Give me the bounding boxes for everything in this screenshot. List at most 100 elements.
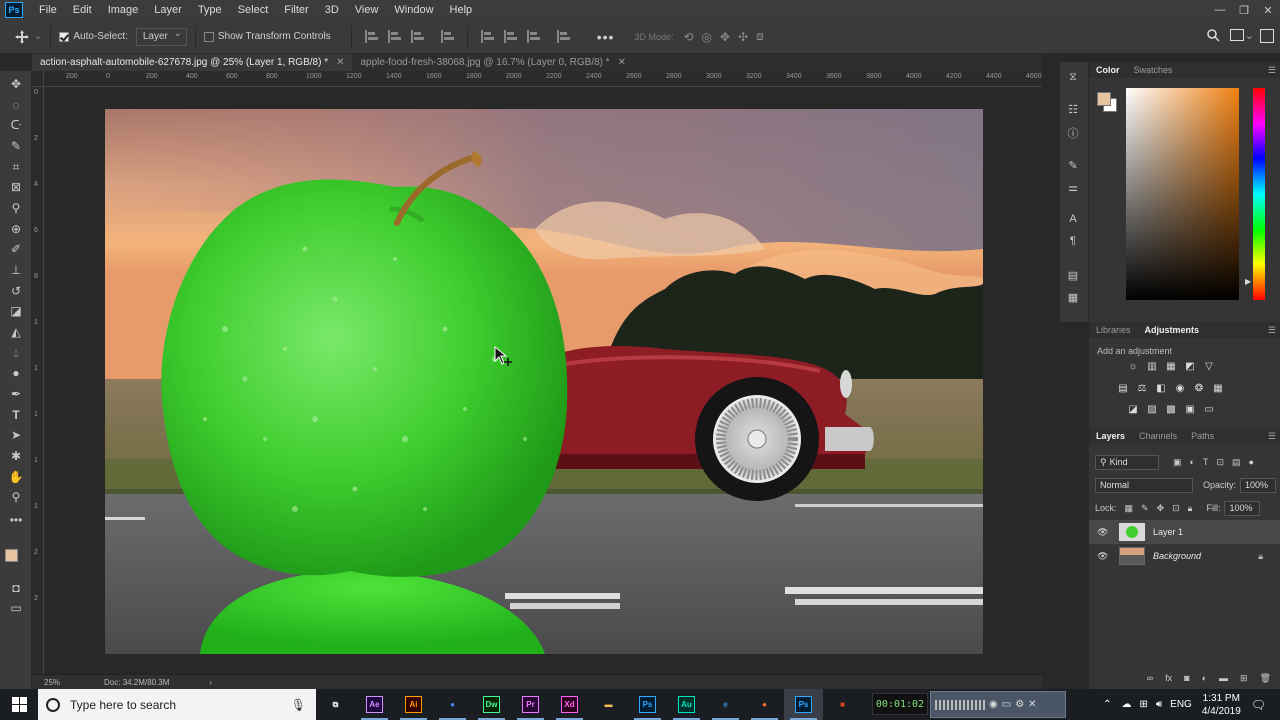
brush-settings-icon[interactable]: ⚌ (1066, 180, 1080, 194)
blend-mode-dropdown[interactable]: Normal (1095, 477, 1193, 493)
quick-mask-icon[interactable]: ◘ (7, 579, 25, 597)
brightness-contrast-icon[interactable]: ☼ (1127, 360, 1139, 372)
folder-icon[interactable]: ▭ (1002, 699, 1011, 710)
panel-menu-icon[interactable]: ☰ (1268, 65, 1276, 76)
new-adjustment-icon[interactable]: ◐ (1202, 673, 1207, 683)
hue-saturation-icon[interactable]: ▤ (1117, 382, 1129, 394)
filter-shape-icon[interactable]: ⊡ (1216, 457, 1224, 468)
align-bottom-icon[interactable] (526, 30, 540, 43)
threshold-icon[interactable]: ▩ (1165, 403, 1177, 415)
menu-window[interactable]: Window (386, 0, 441, 20)
menu-3d[interactable]: 3D (317, 0, 347, 20)
filter-type-icon[interactable]: T (1203, 457, 1209, 467)
menu-select[interactable]: Select (230, 0, 277, 20)
search-icon[interactable] (1207, 29, 1220, 42)
clone-stamp-tool-icon[interactable]: ⊥ (7, 261, 25, 279)
lock-all-icon[interactable]: 🔒︎ (1188, 503, 1193, 514)
tab-channels[interactable]: Channels (1132, 431, 1184, 441)
visibility-eye-icon[interactable]: 👁︎ (1097, 527, 1109, 538)
type-tool-icon[interactable]: T (7, 406, 25, 424)
healing-brush-tool-icon[interactable]: ⊕ (7, 220, 25, 238)
taskbar-app-audition[interactable]: Au (667, 689, 706, 720)
opacity-input[interactable]: 100% (1240, 477, 1277, 493)
recorder-close-icon[interactable]: ✕ (1028, 699, 1036, 710)
lasso-tool-icon[interactable]: ᑢ (7, 116, 25, 134)
history-brush-tool-icon[interactable]: ↺ (7, 282, 25, 300)
dodge-tool-icon[interactable]: ● (7, 364, 25, 382)
taskbar-app-premiere[interactable]: Pr (511, 689, 550, 720)
taskbar-app-dreamweaver[interactable]: Dw (472, 689, 511, 720)
close-button[interactable]: ✕ (1256, 0, 1280, 20)
3d-drag-icon[interactable]: ✥ (720, 30, 730, 44)
notes-icon[interactable]: ▦ (1066, 290, 1080, 304)
taskbar-app-illustrator[interactable]: Ai (394, 689, 433, 720)
start-button[interactable] (0, 689, 38, 720)
taskbar-app-task-view[interactable]: ⧉ (316, 689, 355, 720)
menu-view[interactable]: View (347, 0, 387, 20)
glyphs-icon[interactable]: ▤ (1066, 268, 1080, 282)
settings-icon[interactable]: ⚙ (1015, 699, 1024, 710)
menu-type[interactable]: Type (190, 0, 230, 20)
selective-color-icon[interactable]: ▣ (1184, 403, 1196, 415)
foreground-color-swatch[interactable] (5, 549, 18, 562)
auto-select-checkbox[interactable] (59, 31, 70, 42)
volume-icon[interactable]: 🔊︎ (1156, 699, 1162, 710)
filter-smart-object-icon[interactable]: ▤ (1232, 457, 1241, 468)
tab-adjustments[interactable]: Adjustments (1138, 325, 1207, 335)
eyedropper-tool-icon[interactable]: ⚲ (7, 199, 25, 217)
tab-color[interactable]: Color (1089, 65, 1127, 75)
3d-orbit-icon[interactable]: ⟲ (683, 30, 693, 44)
zoom-level[interactable]: 25% (44, 678, 60, 687)
paint-bucket-tool-icon[interactable]: ◭ (7, 323, 25, 341)
hand-tool-icon[interactable]: ✋ (7, 468, 25, 486)
taskbar-app-firefox[interactable]: ● (745, 689, 784, 720)
blur-tool-icon[interactable]: 💧︎ (7, 344, 25, 362)
tab-libraries[interactable]: Libraries (1089, 325, 1138, 335)
character-icon[interactable]: A (1066, 212, 1080, 226)
marquee-tool-icon[interactable]: ◌ (7, 96, 25, 114)
gradient-map-icon[interactable]: ▭ (1203, 403, 1215, 415)
taskbar-app-xd[interactable]: Xd (550, 689, 589, 720)
close-icon[interactable]: ✕ (618, 57, 626, 68)
distribute-icon[interactable] (440, 30, 454, 43)
hue-pointer-icon[interactable]: ▶ (1245, 277, 1251, 286)
distribute-vertical-icon[interactable] (556, 30, 570, 43)
taskbar-app-edge[interactable]: e (706, 689, 745, 720)
3d-slide-icon[interactable]: ✣ (738, 30, 748, 44)
eraser-tool-icon[interactable]: ◪ (7, 302, 25, 320)
menu-layer[interactable]: Layer (146, 0, 190, 20)
ruler-corner[interactable] (32, 71, 44, 87)
workspace-icon[interactable] (1230, 29, 1244, 41)
taskbar-app-after-effects[interactable]: Ae (355, 689, 394, 720)
tray-expand-icon[interactable]: ⌃ (1103, 699, 1111, 710)
hue-slider[interactable] (1253, 88, 1265, 300)
color-balance-icon[interactable]: ⚖ (1136, 382, 1148, 394)
minimize-button[interactable]: — (1208, 0, 1232, 20)
restore-button[interactable]: ❐ (1232, 0, 1256, 20)
layer-style-icon[interactable]: fx (1165, 673, 1172, 683)
3d-roll-icon[interactable]: ◎ (702, 30, 712, 44)
frame-tool-icon[interactable]: ⊠ (7, 178, 25, 196)
taskbar-app-photoshop[interactable]: Ps (784, 689, 823, 720)
path-selection-tool-icon[interactable]: ➤ (7, 426, 25, 444)
brush-tool-icon[interactable]: ✐ (7, 240, 25, 258)
channel-mixer-icon[interactable]: ❂ (1193, 382, 1205, 394)
auto-select-target-dropdown[interactable]: Layer (135, 26, 187, 46)
workspace-chevron-icon[interactable]: ⌄ (1245, 29, 1254, 42)
document-canvas[interactable] (105, 109, 983, 654)
fill-input[interactable]: 100% (1224, 500, 1261, 516)
microphone-icon[interactable]: 🎙︎ (291, 698, 306, 712)
filter-toggle-icon[interactable]: ● (1249, 457, 1254, 467)
color-lookup-icon[interactable]: ▦ (1212, 382, 1224, 394)
lock-image-icon[interactable]: ✎ (1141, 503, 1149, 514)
posterize-icon[interactable]: ▨ (1146, 403, 1158, 415)
tab-document-2[interactable]: apple-food-fresh-38068.jpg @ 16.7% (Laye… (352, 54, 634, 71)
foreground-color-swatch[interactable] (1097, 92, 1111, 106)
close-icon[interactable]: ✕ (336, 57, 344, 68)
add-mask-icon[interactable]: ◙ (1184, 673, 1189, 683)
levels-icon[interactable]: ▥ (1146, 360, 1158, 372)
pen-tool-icon[interactable]: ✒ (7, 385, 25, 403)
invert-icon[interactable]: ◪ (1127, 403, 1139, 415)
taskbar-app-recorder[interactable]: ■ (823, 689, 862, 720)
taskbar-app-chrome[interactable]: ● (433, 689, 472, 720)
